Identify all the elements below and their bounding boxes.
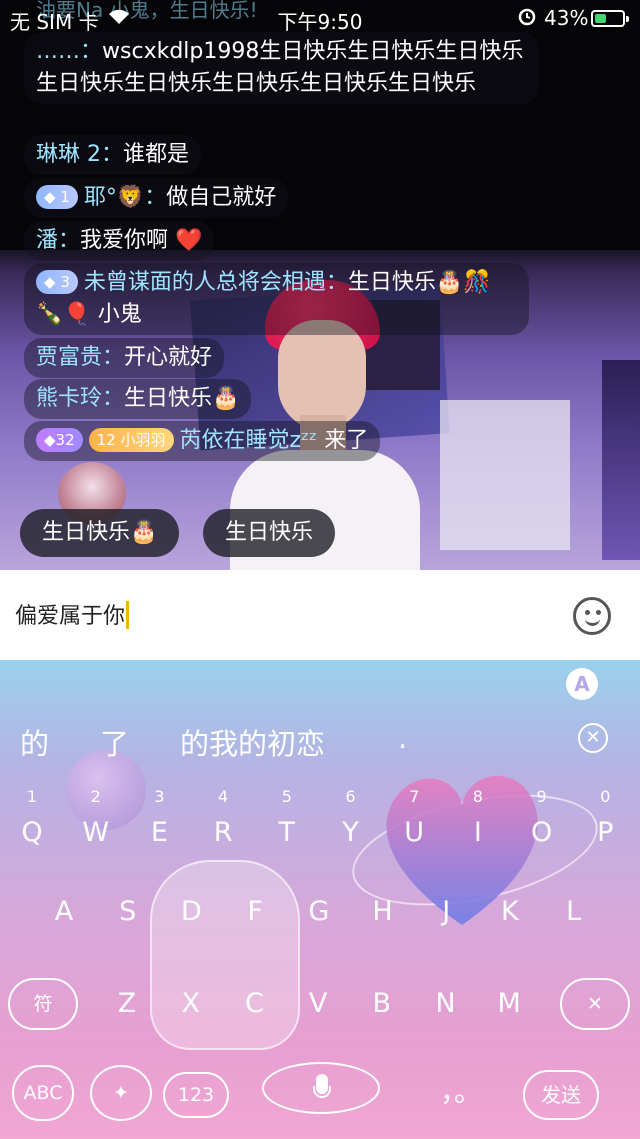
chat-text: 来了 [324, 428, 369, 453]
user-level-badge: ◆32 [36, 428, 83, 452]
key-number-hint: 9 [536, 787, 547, 806]
fan-club-badge: 12 小羽羽 [88, 428, 174, 452]
key-s[interactable]: S [96, 882, 160, 942]
key-d[interactable]: D [159, 882, 223, 942]
chat-message[interactable]: 贾富贵：开心就好 [24, 338, 225, 378]
key-k[interactable]: K [478, 882, 542, 942]
whiteboard [440, 400, 570, 550]
chat-message[interactable]: 琳琳 2：谁都是 [24, 135, 202, 175]
key-x[interactable]: X [159, 974, 223, 1034]
chat-message[interactable]: ◆32 12 小羽羽 芮依在睡觉zᶻᶻ 来了 [24, 421, 381, 461]
key-c[interactable]: C [222, 974, 286, 1034]
wall-art [602, 360, 640, 560]
key-h[interactable]: H [351, 882, 415, 942]
candidate-word[interactable]: 的我的初恋 [180, 721, 325, 763]
alarm-icon [517, 6, 537, 31]
chat-text: 我爱你啊 ❤️ [80, 228, 203, 253]
chat-username: 潘： [36, 228, 81, 253]
message-input[interactable]: 偏爱属于你 [15, 598, 130, 630]
key-y[interactable]: Y [319, 803, 383, 863]
abc-key[interactable]: ABC [12, 1065, 74, 1121]
key-q[interactable]: Q [0, 803, 64, 863]
candidate-word[interactable]: 了 [100, 721, 129, 763]
key-l[interactable]: L [542, 882, 606, 942]
chat-username: 贾富贵： [36, 345, 125, 370]
key-z[interactable]: Z [95, 974, 159, 1034]
key-n[interactable]: N [414, 974, 478, 1034]
key-number-hint: 4 [218, 787, 229, 806]
chat-message[interactable]: ……：wscxkdlp1998生日快乐生日快乐生日快乐生日快乐生日快乐生日快乐生… [24, 32, 539, 104]
chat-message[interactable]: 潘：我爱你啊 ❤️ [24, 221, 215, 261]
key-b[interactable]: B [350, 974, 414, 1034]
chat-text: 谁都是 [123, 142, 190, 167]
key-number-hint: 8 [472, 787, 483, 806]
key-j[interactable]: J [414, 882, 478, 942]
chat-message[interactable]: 熊卡玲：生日快乐🎂 [24, 379, 252, 419]
candidate-word[interactable]: 的 [20, 721, 49, 763]
key-m[interactable]: M [477, 974, 541, 1034]
candidate-bar: 的 了 的我的初恋 . [0, 715, 640, 765]
chat-username: 耶°🦁： [83, 185, 167, 210]
chat-username: ……： [36, 39, 103, 64]
punctuation-key[interactable]: ，。 [440, 1070, 482, 1110]
backspace-key[interactable]: ✕ [560, 978, 630, 1030]
key-g[interactable]: G [287, 882, 351, 942]
chat-text: 开心就好 [124, 345, 213, 370]
key-p[interactable]: P [573, 803, 637, 863]
key-number-hint: 0 [600, 787, 611, 806]
chat-text: 做自己就好 [166, 185, 277, 210]
user-level-badge: ◆ 1 [36, 185, 78, 209]
chat-username: 芮依在睡觉 [179, 428, 290, 453]
quick-reply-button[interactable]: 生日快乐 [203, 509, 336, 557]
key-t[interactable]: T [255, 803, 319, 863]
send-key[interactable]: 发送 [523, 1070, 599, 1120]
key-e[interactable]: E [127, 803, 191, 863]
text-caret [126, 601, 130, 629]
key-number-hint: 2 [90, 787, 101, 806]
key-f[interactable]: F [223, 882, 287, 942]
key-a[interactable]: A [32, 882, 96, 942]
chat-username: 熊卡玲： [36, 386, 125, 411]
microphone-icon[interactable] [262, 1062, 380, 1114]
key-w[interactable]: W [64, 803, 128, 863]
chat-text: wscxkdlp1998生日快乐生日快乐生日快乐生日快乐生日快乐生日快乐生日快乐… [36, 39, 524, 96]
status-bar: 无 SIM 卡 下午9:50 43% [0, 0, 640, 36]
message-input-value: 偏爱属于你 [15, 604, 126, 629]
key-r[interactable]: R [191, 803, 255, 863]
streamer-face [278, 320, 366, 430]
battery-percent: 43% [544, 6, 589, 30]
key-number-hint: 3 [154, 787, 165, 806]
key-number-hint: 6 [345, 787, 356, 806]
candidate-word[interactable]: . [398, 721, 407, 755]
key-o[interactable]: O [510, 803, 574, 863]
key-i[interactable]: I [446, 803, 510, 863]
key-number-hint: 5 [281, 787, 292, 806]
key-u[interactable]: U [382, 803, 446, 863]
key-number-hint: 7 [409, 787, 420, 806]
symbol-key[interactable]: 符 [8, 978, 78, 1030]
close-icon[interactable]: ✕ [578, 723, 608, 753]
number-key[interactable]: 123 [163, 1072, 229, 1118]
key-number-hint: 1 [26, 787, 38, 806]
globe-icon[interactable]: ✦ [90, 1065, 152, 1121]
chat-username: 琳琳 2： [36, 142, 123, 167]
chat-message[interactable]: ◆ 1 耶°🦁：做自己就好 [24, 178, 289, 218]
quick-reply-button[interactable]: 生日快乐🎂 [20, 509, 180, 557]
zzz-emoji: zᶻᶻ [289, 428, 318, 453]
chat-text: 生日快乐🎂 [124, 386, 240, 411]
keyboard-logo-icon[interactable]: A [566, 668, 598, 700]
chat-username: 未曾谋面的人总将会相遇： [83, 270, 348, 295]
battery-icon [591, 10, 629, 27]
battery-fill [595, 14, 606, 23]
keyboard: A 的 了 的我的初恋 . ✕ Q1W2E3R4T5Y6U7I8O9P0 ASD… [0, 660, 640, 1139]
key-v[interactable]: V [286, 974, 350, 1034]
message-input-bar[interactable]: 偏爱属于你 [0, 570, 640, 660]
smiley-icon[interactable] [573, 597, 611, 635]
user-level-badge: ◆ 3 [36, 270, 78, 294]
chat-message[interactable]: ◆ 3 未曾谋面的人总将会相遇：生日快乐🎂🎊🍾🎈 小鬼 [24, 263, 529, 335]
